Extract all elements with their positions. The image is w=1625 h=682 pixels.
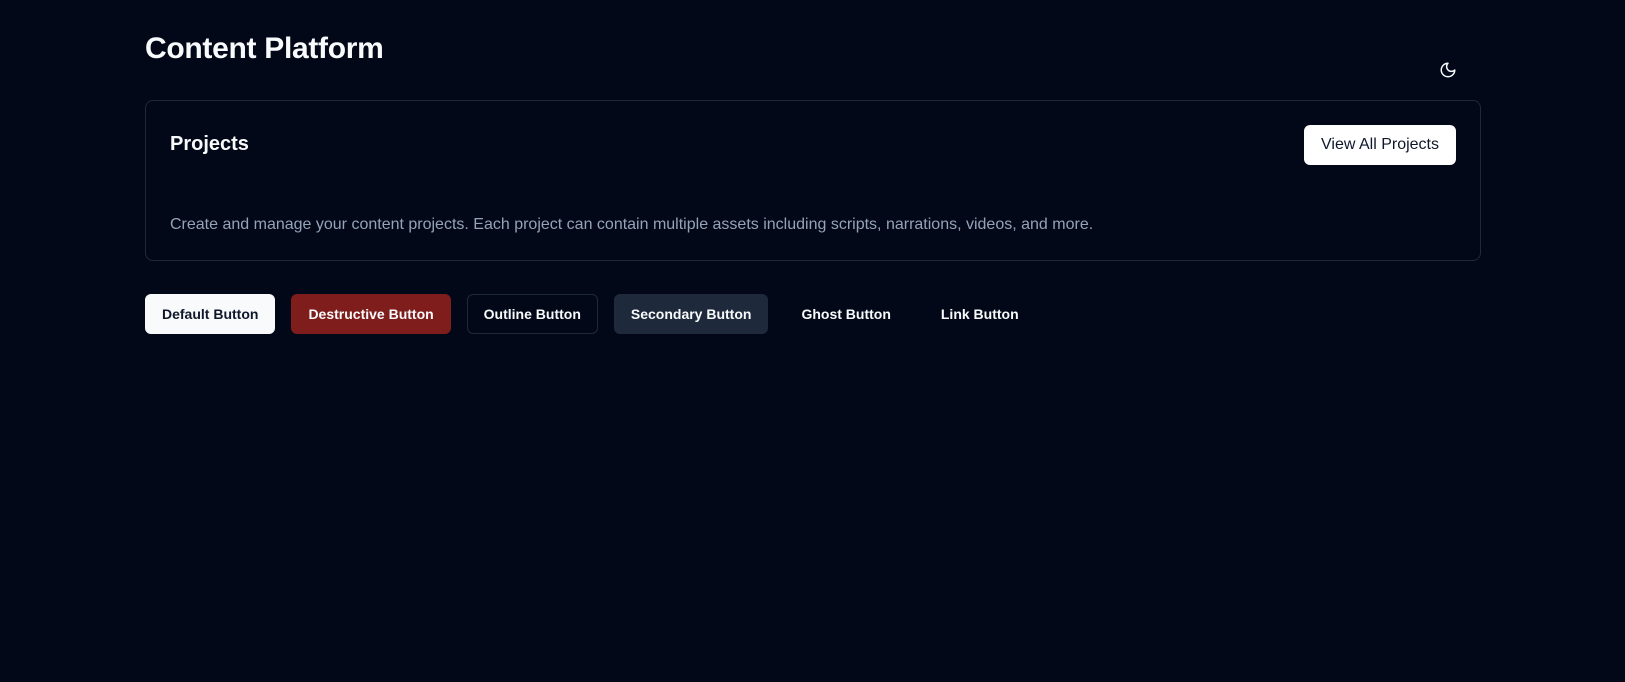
view-all-projects-button[interactable]: View All Projects: [1304, 125, 1456, 165]
default-button[interactable]: Default Button: [145, 294, 276, 334]
outline-button[interactable]: Outline Button: [466, 294, 598, 334]
page: Content Platform Projects View All Proje…: [0, 0, 1625, 682]
page-title: Content Platform: [145, 32, 384, 65]
projects-card: Projects View All Projects Create and ma…: [145, 100, 1481, 261]
theme-toggle-button[interactable]: [1430, 54, 1466, 86]
card-description: Create and manage your content projects.…: [170, 216, 1094, 233]
link-button[interactable]: Link Button: [924, 294, 1036, 334]
card-title: Projects: [170, 133, 249, 155]
moon-icon: [1440, 62, 1456, 78]
button-showcase: Default Button Destructive Button Outlin…: [145, 294, 1036, 334]
secondary-button[interactable]: Secondary Button: [613, 294, 769, 334]
ghost-button[interactable]: Ghost Button: [784, 294, 907, 334]
destructive-button[interactable]: Destructive Button: [291, 294, 451, 334]
